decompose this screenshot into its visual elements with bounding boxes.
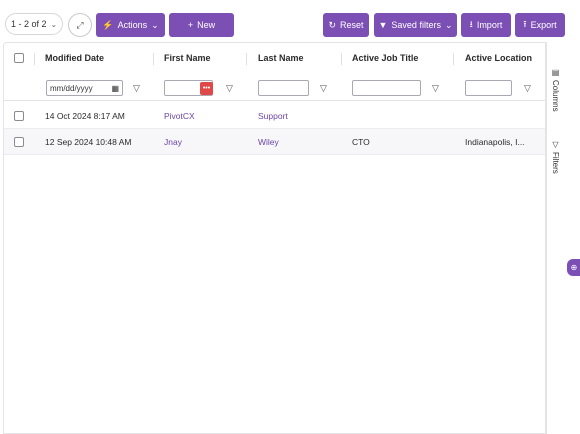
saved-filters-label: Saved filters bbox=[391, 20, 441, 30]
location-filter-input[interactable] bbox=[465, 80, 512, 96]
data-grid: Modified Date First Name Last Name Activ… bbox=[3, 42, 546, 434]
job-title-filter-input[interactable] bbox=[352, 80, 421, 96]
export-button[interactable]: ⭱ Export bbox=[515, 13, 565, 37]
column-header-modified-date[interactable]: Modified Date bbox=[45, 53, 104, 63]
expand-button[interactable]: ⤢ bbox=[68, 13, 92, 37]
filters-tab-label: Filters bbox=[551, 152, 560, 174]
chevron-down-icon: ⌄ bbox=[50, 19, 58, 29]
import-button[interactable]: ⭳ Import bbox=[461, 13, 511, 37]
column-header-first-name[interactable]: First Name bbox=[164, 53, 211, 63]
column-separator[interactable] bbox=[246, 53, 247, 65]
actions-label: Actions bbox=[117, 20, 148, 30]
column-separator[interactable] bbox=[453, 53, 454, 65]
filter-icon[interactable]: ▽ bbox=[432, 83, 439, 94]
upload-icon: ⭱ bbox=[523, 19, 527, 29]
job-title-cell: CTO bbox=[352, 137, 370, 147]
plus-icon: + bbox=[187, 20, 194, 30]
calendar-icon[interactable]: ▦ bbox=[111, 84, 119, 93]
filter-icon[interactable]: ▽ bbox=[524, 83, 531, 94]
modified-date-filter-input[interactable]: mm/dd/yyyy ▦ bbox=[46, 80, 123, 96]
modified-date-cell: 14 Oct 2024 8:17 AM bbox=[45, 111, 125, 121]
grid-header: Modified Date First Name Last Name Activ… bbox=[4, 43, 545, 101]
reset-button[interactable]: ↻ Reset bbox=[323, 13, 369, 37]
filter-icon[interactable]: ▽ bbox=[226, 83, 233, 94]
last-name-link[interactable]: Wiley bbox=[258, 137, 279, 147]
toolbar: 1 - 2 of 2 ⌄ ⤢ ⚡ Actions ⌄ + New ↻ Reset… bbox=[0, 0, 580, 42]
filters-tab[interactable]: ▽ Filters bbox=[551, 140, 560, 174]
saved-filters-button[interactable]: ▼ Saved filters ⌄ bbox=[374, 13, 457, 37]
column-header-last-name[interactable]: Last Name bbox=[258, 53, 304, 63]
column-header-active-location[interactable]: Active Location bbox=[465, 53, 532, 63]
reset-label: Reset bbox=[340, 20, 364, 30]
columns-tab[interactable]: ▤ Columns bbox=[551, 68, 560, 112]
filter-icon[interactable]: ▽ bbox=[320, 83, 327, 94]
row-checkbox[interactable] bbox=[14, 111, 24, 121]
reset-icon: ↻ bbox=[328, 19, 337, 30]
new-label: New bbox=[197, 20, 216, 30]
download-icon: ⭳ bbox=[469, 19, 473, 29]
first-name-link[interactable]: Jnay bbox=[164, 137, 182, 147]
date-placeholder: mm/dd/yyyy bbox=[50, 83, 93, 93]
last-name-link[interactable]: Support bbox=[258, 111, 288, 121]
toggle-icon: ⊕ bbox=[570, 263, 578, 272]
column-separator[interactable] bbox=[341, 53, 342, 65]
filter-icon[interactable]: ▽ bbox=[133, 83, 140, 94]
side-panel: ▤ Columns ▽ Filters ⊕ bbox=[546, 42, 580, 434]
first-name-link[interactable]: PivotCX bbox=[164, 111, 195, 121]
pagination-selector[interactable]: 1 - 2 of 2 ⌄ bbox=[5, 13, 63, 35]
lightning-icon: ⚡ bbox=[102, 19, 114, 30]
chevron-down-icon: ⌄ bbox=[151, 19, 159, 30]
modified-date-cell: 12 Sep 2024 10:48 AM bbox=[45, 137, 132, 147]
column-separator[interactable] bbox=[34, 53, 35, 65]
location-cell: Indianapolis, I... bbox=[465, 137, 525, 147]
filter-icon: ▽ bbox=[551, 140, 560, 149]
table-row[interactable]: 14 Oct 2024 8:17 AM PivotCX Support bbox=[4, 103, 545, 129]
chevron-down-icon: ⌄ bbox=[444, 19, 453, 30]
column-separator[interactable] bbox=[153, 53, 154, 65]
new-button[interactable]: + New bbox=[169, 13, 234, 37]
export-label: Export bbox=[530, 20, 557, 30]
row-checkbox[interactable] bbox=[14, 137, 24, 147]
columns-tab-label: Columns bbox=[551, 80, 560, 112]
actions-button[interactable]: ⚡ Actions ⌄ bbox=[96, 13, 165, 37]
columns-icon: ▤ bbox=[551, 68, 560, 77]
pagination-text: 1 - 2 of 2 bbox=[11, 19, 47, 29]
table-row[interactable]: 12 Sep 2024 10:48 AM Jnay Wiley CTO Indi… bbox=[4, 129, 545, 155]
expand-icon: ⤢ bbox=[76, 19, 84, 30]
side-panel-toggle[interactable]: ⊕ bbox=[567, 259, 580, 276]
more-options-icon[interactable]: ••• bbox=[200, 82, 213, 95]
select-all-checkbox[interactable] bbox=[14, 53, 24, 63]
import-label: Import bbox=[476, 20, 503, 30]
column-header-active-job-title[interactable]: Active Job Title bbox=[352, 53, 418, 63]
first-name-filter-input[interactable]: ••• bbox=[164, 80, 213, 96]
filter-icon: ▼ bbox=[378, 20, 388, 30]
last-name-filter-input[interactable] bbox=[258, 80, 309, 96]
